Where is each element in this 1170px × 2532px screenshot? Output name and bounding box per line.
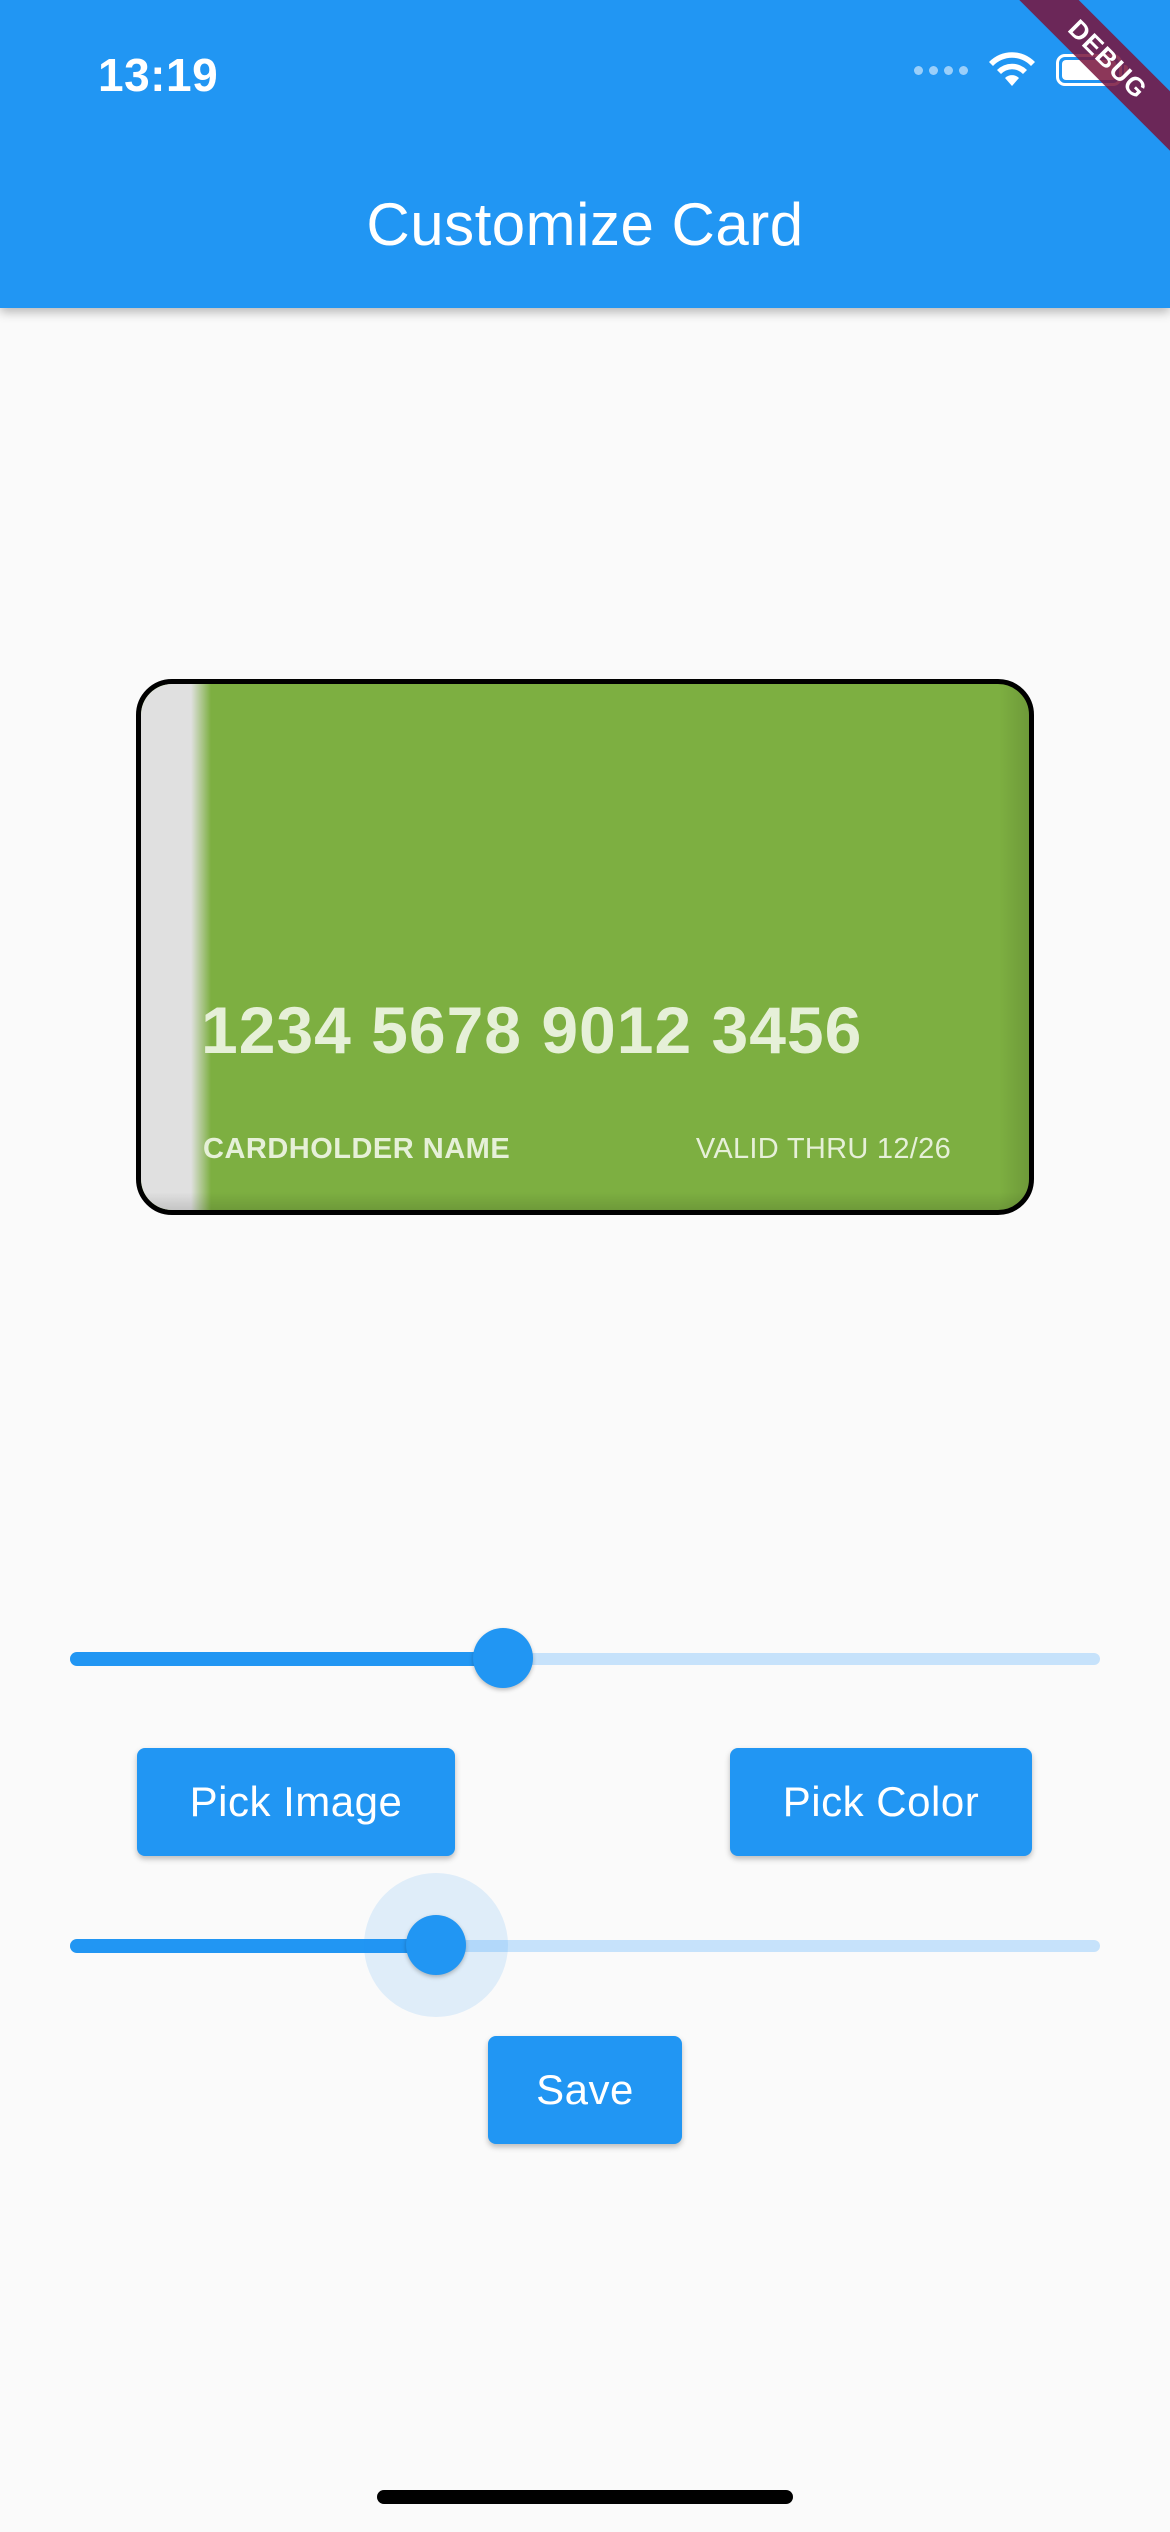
app-bar: 13:19 Customize Card (0, 0, 1170, 308)
status-time: 13:19 (98, 49, 219, 101)
page-title: Customize Card (366, 191, 804, 258)
card-right-shade (999, 684, 1029, 1210)
slider-thumb[interactable] (473, 1628, 533, 1688)
blur-slider[interactable] (70, 1873, 1100, 2017)
card-valid-thru: VALID THRU 12/26 (695, 1133, 951, 1165)
debug-banner-label: DEBUG (1000, 0, 1170, 170)
screen: 13:19 Customize Card DEBUG 1234 5678 901… (0, 0, 1170, 2532)
pick-image-button[interactable]: Pick Image (137, 1748, 455, 1856)
home-indicator[interactable] (377, 2490, 793, 2504)
opacity-slider[interactable] (70, 1628, 1100, 1688)
save-button[interactable]: Save (488, 2036, 682, 2144)
card-bottom-shade (141, 1192, 1029, 1210)
pick-color-button[interactable]: Pick Color (730, 1748, 1032, 1856)
card-number: 1234 5678 9012 3456 (201, 993, 863, 1067)
card-holder-name: CARDHOLDER NAME (203, 1133, 511, 1165)
credit-card-preview: 1234 5678 9012 3456 CARDHOLDER NAME VALI… (136, 679, 1034, 1215)
slider-thumb[interactable] (406, 1915, 466, 1975)
card-edge-shade (141, 684, 211, 1210)
cellular-dots-icon (914, 65, 968, 75)
debug-banner: DEBUG (1000, 0, 1170, 170)
slider-track-active[interactable] (70, 1652, 503, 1666)
